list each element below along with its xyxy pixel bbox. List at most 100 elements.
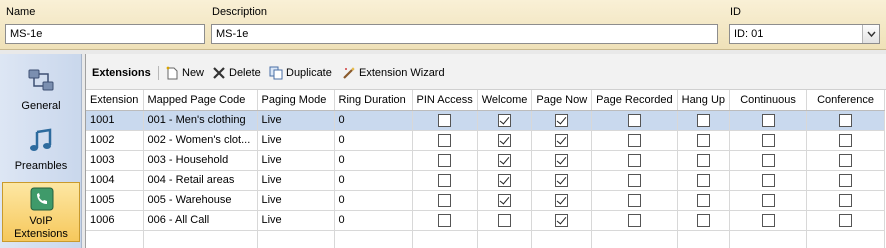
id-select-value: ID: 01 xyxy=(734,28,764,40)
cell-extension[interactable]: 1002 xyxy=(86,130,144,151)
pin-access-checkbox[interactable] xyxy=(438,213,452,227)
cell-paging-mode[interactable]: Live xyxy=(257,150,335,171)
table-row[interactable]: 1001 001 - Men's clothing Live 0 xyxy=(86,110,886,131)
conference-checkbox[interactable] xyxy=(839,193,853,207)
col-header-pin-access[interactable]: PIN Access xyxy=(412,90,478,111)
col-header-conference[interactable]: Conference xyxy=(806,90,886,111)
hang-up-checkbox[interactable] xyxy=(696,173,710,187)
nav-item-voip-extensions[interactable]: VoIP Extensions xyxy=(2,182,80,242)
page-now-checkbox[interactable] xyxy=(555,113,569,127)
page-recorded-checkbox[interactable] xyxy=(627,213,641,227)
cell-extension[interactable]: 1003 xyxy=(86,150,144,171)
col-header-paging-mode[interactable]: Paging Mode xyxy=(257,90,335,111)
hang-up-checkbox[interactable] xyxy=(696,133,710,147)
welcome-checkbox[interactable] xyxy=(498,133,512,147)
cell-extension[interactable]: 1001 xyxy=(86,110,144,131)
pin-access-checkbox[interactable] xyxy=(438,113,452,127)
page-recorded-checkbox[interactable] xyxy=(627,113,641,127)
cell-mapped-page-code[interactable]: 004 - Retail areas xyxy=(143,170,258,191)
hang-up-checkbox[interactable] xyxy=(696,213,710,227)
duplicate-button[interactable]: Duplicate xyxy=(269,64,332,82)
page-recorded-checkbox[interactable] xyxy=(627,153,641,167)
page-recorded-checkbox[interactable] xyxy=(627,193,641,207)
conference-checkbox[interactable] xyxy=(839,173,853,187)
col-header-hang-up[interactable]: Hang Up xyxy=(677,90,731,111)
welcome-checkbox[interactable] xyxy=(498,173,512,187)
welcome-checkbox[interactable] xyxy=(498,153,512,167)
conference-checkbox[interactable] xyxy=(839,213,853,227)
cell-ring-duration[interactable]: 0 xyxy=(334,130,413,151)
page-now-checkbox[interactable] xyxy=(555,193,569,207)
empty-cell xyxy=(729,230,808,248)
table-row[interactable]: 1005 005 - Warehouse Live 0 xyxy=(86,190,886,211)
page-now-checkbox[interactable] xyxy=(555,133,569,147)
cell-paging-mode[interactable]: Live xyxy=(257,110,335,131)
pin-access-checkbox[interactable] xyxy=(438,173,452,187)
cell-mapped-page-code[interactable]: 002 - Women's clot... xyxy=(143,130,258,151)
network-icon xyxy=(28,69,54,91)
cell-ring-duration[interactable]: 0 xyxy=(334,150,413,171)
col-header-ring-duration[interactable]: Ring Duration xyxy=(334,90,413,111)
page-now-checkbox[interactable] xyxy=(555,153,569,167)
conference-checkbox[interactable] xyxy=(839,113,853,127)
id-dropdown-button[interactable] xyxy=(862,25,879,43)
pin-access-checkbox[interactable] xyxy=(438,133,452,147)
cell-paging-mode[interactable]: Live xyxy=(257,130,335,151)
empty-cell xyxy=(143,230,258,248)
name-field[interactable]: MS-1e xyxy=(5,24,205,44)
table-row[interactable]: 1002 002 - Women's clot... Live 0 xyxy=(86,130,886,151)
page-now-checkbox[interactable] xyxy=(555,173,569,187)
cell-conference xyxy=(806,130,886,151)
pin-access-checkbox[interactable] xyxy=(438,153,452,167)
cell-mapped-page-code[interactable]: 003 - Household xyxy=(143,150,258,171)
welcome-checkbox[interactable] xyxy=(498,113,512,127)
cell-paging-mode[interactable]: Live xyxy=(257,190,335,211)
continuous-checkbox[interactable] xyxy=(761,213,775,227)
cell-mapped-page-code[interactable]: 006 - All Call xyxy=(143,210,258,231)
col-header-mapped-page-code[interactable]: Mapped Page Code xyxy=(143,90,258,111)
continuous-checkbox[interactable] xyxy=(761,133,775,147)
description-field[interactable]: MS-1e xyxy=(211,24,718,44)
hang-up-checkbox[interactable] xyxy=(696,193,710,207)
cell-extension[interactable]: 1005 xyxy=(86,190,144,211)
delete-button[interactable]: Delete xyxy=(212,64,261,82)
welcome-checkbox[interactable] xyxy=(498,213,512,227)
col-header-page-now[interactable]: Page Now xyxy=(531,90,593,111)
cell-paging-mode[interactable]: Live xyxy=(257,210,335,231)
cell-paging-mode[interactable]: Live xyxy=(257,170,335,191)
extension-wizard-button[interactable]: Extension Wizard xyxy=(342,64,445,82)
col-header-welcome[interactable]: Welcome xyxy=(477,90,533,111)
cell-extension[interactable]: 1006 xyxy=(86,210,144,231)
cell-extension[interactable]: 1004 xyxy=(86,170,144,191)
conference-checkbox[interactable] xyxy=(839,153,853,167)
cell-ring-duration[interactable]: 0 xyxy=(334,190,413,211)
new-button[interactable]: New xyxy=(165,64,204,82)
cell-ring-duration[interactable]: 0 xyxy=(334,110,413,131)
cell-ring-duration[interactable]: 0 xyxy=(334,210,413,231)
nav-item-general[interactable]: General xyxy=(2,62,80,120)
table-row[interactable]: 1006 006 - All Call Live 0 xyxy=(86,210,886,231)
welcome-checkbox[interactable] xyxy=(498,193,512,207)
hang-up-checkbox[interactable] xyxy=(696,153,710,167)
col-header-extension[interactable]: Extension xyxy=(86,90,144,111)
page-recorded-checkbox[interactable] xyxy=(627,173,641,187)
col-header-page-recorded[interactable]: Page Recorded xyxy=(591,90,678,111)
hang-up-checkbox[interactable] xyxy=(696,113,710,127)
cell-mapped-page-code[interactable]: 001 - Men's clothing xyxy=(143,110,258,131)
page-recorded-checkbox[interactable] xyxy=(627,133,641,147)
id-select[interactable]: ID: 01 xyxy=(729,24,880,44)
table-row[interactable]: 1004 004 - Retail areas Live 0 xyxy=(86,170,886,191)
table-row[interactable]: 1003 003 - Household Live 0 xyxy=(86,150,886,171)
continuous-checkbox[interactable] xyxy=(761,113,775,127)
continuous-checkbox[interactable] xyxy=(761,153,775,167)
cell-mapped-page-code[interactable]: 005 - Warehouse xyxy=(143,190,258,211)
continuous-checkbox[interactable] xyxy=(761,173,775,187)
pin-access-checkbox[interactable] xyxy=(438,193,452,207)
nav-item-preambles[interactable]: Preambles xyxy=(2,122,80,180)
empty-cell xyxy=(806,230,886,248)
cell-ring-duration[interactable]: 0 xyxy=(334,170,413,191)
conference-checkbox[interactable] xyxy=(839,133,853,147)
col-header-continuous[interactable]: Continuous xyxy=(729,90,808,111)
continuous-checkbox[interactable] xyxy=(761,193,775,207)
page-now-checkbox[interactable] xyxy=(555,213,569,227)
